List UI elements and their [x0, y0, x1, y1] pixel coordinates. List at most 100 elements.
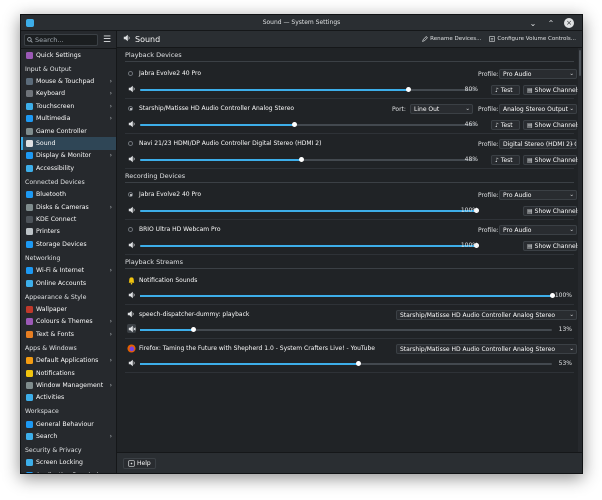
sidebar-item-search[interactable]: Search ›: [21, 430, 116, 442]
profile-select[interactable]: Digital Stereo (HDMI 2) O ⌄: [499, 139, 577, 149]
sidebar-item-window-management[interactable]: Window Management ›: [21, 379, 116, 391]
profile-select[interactable]: Pro Audio ⌄: [499, 225, 577, 235]
sidebar-item-general-behaviour[interactable]: General Behaviour: [21, 418, 116, 430]
profile-select-value: Pro Audio: [503, 70, 532, 78]
help-button[interactable]: Help: [123, 458, 156, 469]
profile-select[interactable]: Pro Audio ⌄: [499, 69, 577, 79]
close-button[interactable]: ×: [564, 18, 574, 28]
show-channels-button[interactable]: ▤ Show Channels: [523, 206, 578, 216]
volume-slider[interactable]: [140, 361, 552, 366]
default-device-radio[interactable]: [128, 227, 133, 232]
section-playback-streams: Playback Streams: [125, 255, 574, 269]
volume-slider-handle[interactable]: [406, 87, 412, 92]
sidebar-item-wi-fi-internet[interactable]: Wi-Fi & Internet ›: [21, 264, 116, 276]
sidebar-item-accessibility[interactable]: Accessibility: [21, 162, 116, 174]
content-scrollbar[interactable]: [578, 48, 582, 452]
hamburger-menu-icon[interactable]: ☰: [101, 34, 113, 46]
sidebar-item-wallpaper[interactable]: Wallpaper: [21, 303, 116, 315]
sidebar-item-text-fonts[interactable]: Text & Fonts ›: [21, 328, 116, 340]
minimize-button[interactable]: ⌄: [528, 18, 538, 28]
sidebar-item-multimedia[interactable]: Multimedia ›: [21, 113, 116, 125]
sidebar-item-kde-connect[interactable]: KDE Connect: [21, 213, 116, 225]
search-input[interactable]: [35, 35, 91, 44]
profile-select[interactable]: Pro Audio ⌄: [499, 190, 577, 200]
scrollbar-thumb[interactable]: [579, 50, 581, 76]
show-channels-button[interactable]: ▤ Show Channels: [523, 120, 578, 130]
volume-slider[interactable]: [140, 157, 476, 162]
output-device-select[interactable]: Starship/Matisse HD Audio Controller Ana…: [396, 344, 577, 354]
chevron-right-icon: ›: [109, 115, 112, 123]
maximize-button[interactable]: ⌃: [546, 18, 556, 28]
port-select[interactable]: Line Out ⌄: [410, 104, 473, 114]
sidebar-item-disks-cameras[interactable]: Disks & Cameras ›: [21, 201, 116, 213]
default-device-radio[interactable]: [128, 106, 133, 111]
mute-button[interactable]: [127, 205, 136, 214]
speaker-icon: [127, 310, 134, 318]
test-button[interactable]: ♪ Test: [491, 85, 520, 95]
show-channels-button[interactable]: ▤ Show Channels: [523, 241, 578, 251]
default-device-radio[interactable]: [128, 71, 133, 76]
profile-select[interactable]: Analog Stereo Output ⌄: [499, 104, 577, 114]
sidebar-item-game-controller[interactable]: Game Controller: [21, 125, 116, 137]
configure-volume-controls-button[interactable]: Configure Volume Controls...: [489, 36, 576, 42]
sidebar-item-mouse-touchpad[interactable]: Mouse & Touchpad ›: [21, 75, 116, 87]
mute-button[interactable]: [127, 240, 136, 249]
edit-icon: [422, 36, 428, 42]
sidebar-item-storage-devices[interactable]: Storage Devices: [21, 238, 116, 250]
sidebar-item-display-monitor[interactable]: Display & Monitor ›: [21, 150, 116, 162]
volume-slider[interactable]: [140, 208, 479, 213]
volume-slider-handle[interactable]: [355, 361, 361, 366]
sidebar-item-bluetooth[interactable]: Bluetooth: [21, 189, 116, 201]
sidebar-item-default-applications[interactable]: Default Applications ›: [21, 354, 116, 366]
sidebar-item-quick-settings[interactable]: Quick Settings: [21, 49, 116, 61]
title-bar[interactable]: Sound — System Settings ⌄ ⌃ ×: [21, 15, 582, 31]
rename-devices-label: Rename Devices...: [430, 36, 482, 42]
volume-slider[interactable]: [140, 243, 479, 248]
volume-percent: 13%: [558, 326, 572, 333]
touchscreen-icon: [26, 102, 33, 110]
chevron-down-icon: ⌄: [465, 106, 470, 112]
show-channels-button[interactable]: ▤ Show Channels: [523, 155, 578, 165]
chevron-right-icon: ›: [109, 381, 112, 389]
volume-slider-handle[interactable]: [549, 293, 555, 298]
volume-slider[interactable]: [140, 122, 476, 127]
default-device-radio[interactable]: [128, 141, 133, 146]
sidebar-item-application-permissions[interactable]: Application Permissions: [21, 469, 116, 473]
mute-button[interactable]: [127, 154, 136, 163]
test-button-label: Test: [500, 156, 513, 164]
volume-slider[interactable]: [140, 293, 555, 298]
device-name: Starship/Matisse HD Audio Controller Ana…: [139, 105, 295, 112]
test-button[interactable]: ♪ Test: [491, 120, 520, 130]
volume-percent: 80%: [464, 86, 478, 93]
sidebar-item-touchscreen[interactable]: Touchscreen ›: [21, 100, 116, 112]
mute-button[interactable]: [127, 290, 136, 299]
volume-slider-fill: [140, 363, 359, 365]
mute-button[interactable]: [127, 358, 136, 367]
sidebar-item-sound[interactable]: Sound: [21, 137, 116, 150]
sidebar-item-colours-themes[interactable]: Colours & Themes ›: [21, 316, 116, 328]
sidebar-item-online-accounts[interactable]: Online Accounts: [21, 277, 116, 289]
volume-slider[interactable]: [140, 327, 552, 332]
volume-slider-handle[interactable]: [298, 157, 304, 162]
sidebar-item-activities[interactable]: Activities: [21, 392, 116, 404]
output-device-select[interactable]: Starship/Matisse HD Audio Controller Ana…: [396, 310, 577, 320]
test-button[interactable]: ♪ Test: [491, 155, 520, 165]
mute-button[interactable]: [127, 119, 136, 128]
volume-slider[interactable]: [140, 87, 476, 92]
sidebar-item-screen-locking[interactable]: Screen Locking: [21, 457, 116, 469]
search-field[interactable]: [24, 33, 98, 46]
mute-button[interactable]: [127, 84, 136, 93]
volume-slider-handle[interactable]: [292, 122, 298, 127]
sidebar-item-label: Window Management: [36, 381, 104, 389]
rename-devices-button[interactable]: Rename Devices...: [422, 36, 481, 42]
sidebar-item-notifications[interactable]: Notifications: [21, 367, 116, 379]
speaker-icon: [128, 155, 135, 162]
sidebar-item-printers[interactable]: Printers: [21, 226, 116, 238]
chevron-down-icon: ⌄: [569, 106, 574, 112]
volume-slider-handle[interactable]: [191, 327, 197, 332]
mute-button-active[interactable]: [127, 324, 136, 333]
default-device-radio[interactable]: [128, 192, 133, 197]
show-channels-button[interactable]: ▤ Show Channels: [523, 85, 578, 95]
sidebar-item-keyboard[interactable]: Keyboard ›: [21, 88, 116, 100]
sidebar-item-label: Wi-Fi & Internet: [36, 267, 85, 275]
